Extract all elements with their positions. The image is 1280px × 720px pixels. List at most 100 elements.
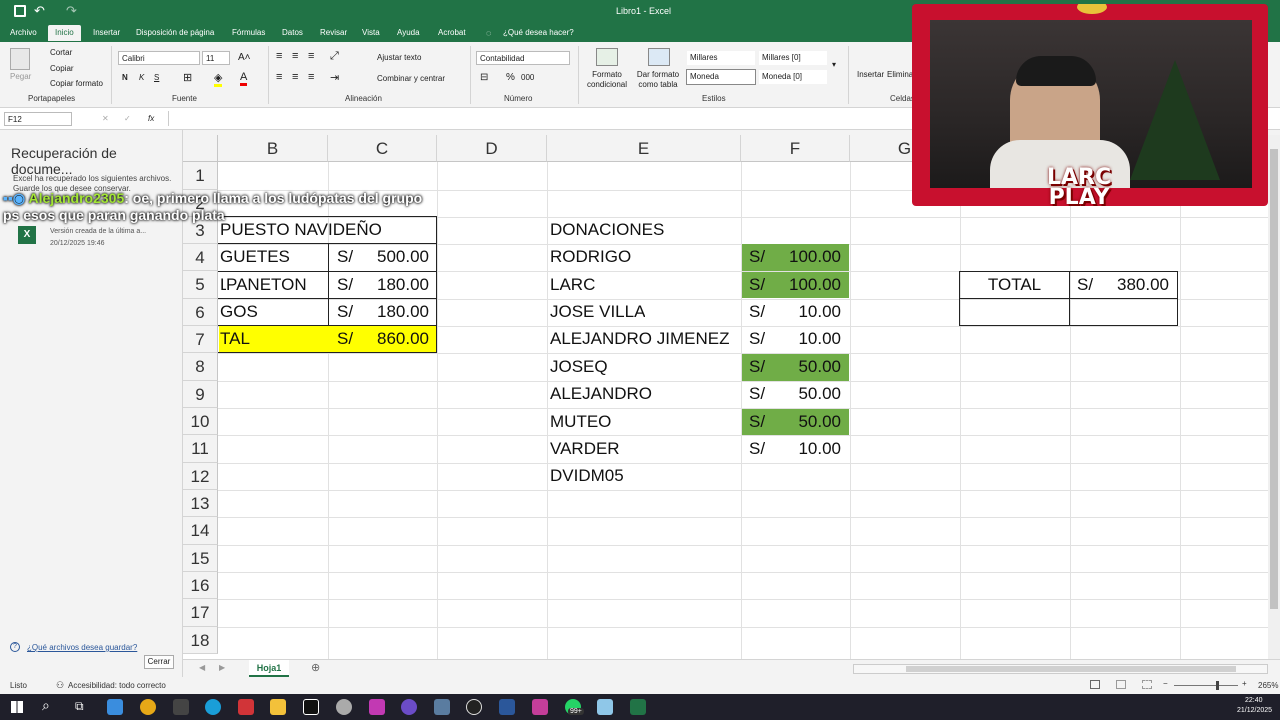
row-header[interactable]: 4 (183, 244, 218, 271)
close-recovery-button[interactable]: Cerrar (144, 655, 174, 669)
align-left-icon[interactable]: ≡ (276, 71, 282, 83)
align-top-icon[interactable]: ≡ (276, 50, 282, 62)
app-icon[interactable] (107, 699, 123, 715)
merge-center-button[interactable]: Combinar y centrar (377, 74, 445, 83)
save-icon[interactable] (14, 5, 26, 17)
edge-icon[interactable] (205, 699, 221, 715)
row-header[interactable]: 6 (183, 299, 218, 326)
column-header-e[interactable]: E (547, 135, 741, 162)
column-header-d[interactable]: D (437, 135, 547, 162)
italic-button[interactable]: K (139, 73, 144, 82)
capcut-icon[interactable] (303, 699, 319, 715)
clock-time[interactable]: 22:40 (1245, 697, 1263, 704)
cancel-icon[interactable]: ✕ (102, 114, 109, 123)
prev-sheet-icon[interactable]: ◀ (199, 663, 205, 672)
row-header[interactable]: 11 (183, 435, 218, 463)
row-header[interactable]: 8 (183, 353, 218, 381)
redo-icon[interactable]: ↷ (66, 3, 77, 19)
grow-font-icon[interactable]: A˄ (238, 52, 251, 63)
conditional-format-button[interactable]: Formato condicional (582, 70, 632, 90)
row-header[interactable]: 18 (183, 627, 218, 654)
align-center-icon[interactable]: ≡ (292, 71, 298, 83)
zoom-slider[interactable] (1174, 681, 1238, 690)
add-sheet-icon[interactable]: ⊕ (311, 661, 320, 674)
undo-icon[interactable]: ↶ (34, 3, 45, 19)
align-right-icon[interactable]: ≡ (308, 71, 314, 83)
sheet-tab-hoja1[interactable]: Hoja1 (249, 660, 289, 677)
chrome-icon[interactable] (140, 699, 156, 715)
paste-icon[interactable] (10, 48, 30, 70)
name-box[interactable]: F12 (4, 112, 72, 126)
app-icon[interactable] (369, 699, 385, 715)
underline-button[interactable]: S (154, 73, 159, 82)
font-name-select[interactable]: Calibri (118, 51, 200, 65)
calculator-icon[interactable] (434, 699, 450, 715)
tab-datos[interactable]: Datos (282, 28, 303, 37)
select-all-corner[interactable] (183, 135, 218, 162)
zoom-in-icon[interactable]: + (1242, 679, 1247, 688)
styles-more-icon[interactable]: ▾ (832, 60, 836, 69)
font-color-icon[interactable]: A (240, 71, 248, 86)
align-bottom-icon[interactable]: ≡ (308, 50, 314, 62)
style-millares[interactable]: Millares (686, 50, 756, 66)
copy-button[interactable]: Copiar (50, 64, 74, 73)
zoom-out-icon[interactable]: − (1163, 679, 1168, 688)
cut-button[interactable]: Cortar (50, 48, 72, 57)
folder-icon[interactable] (270, 699, 286, 715)
app-icon[interactable] (336, 699, 352, 715)
tab-acrobat[interactable]: Acrobat (438, 28, 466, 37)
row-header[interactable]: 1 (183, 162, 218, 190)
which-files-link[interactable]: ¿Qué archivos desea guardar? (27, 643, 137, 652)
page-layout-icon[interactable] (1116, 680, 1126, 689)
tab-vista[interactable]: Vista (362, 28, 380, 37)
row-header[interactable]: 9 (183, 381, 218, 408)
style-millares-0[interactable]: Millares [0] (758, 50, 828, 66)
row-header[interactable]: 5 (183, 271, 218, 299)
tell-me-search[interactable]: ¿Qué desea hacer? (503, 28, 574, 37)
scroll-thumb[interactable] (1270, 149, 1278, 609)
tab-ayuda[interactable]: Ayuda (397, 28, 420, 37)
tab-inicio[interactable]: Inicio (48, 25, 81, 41)
paste-button[interactable]: Pegar (10, 72, 31, 81)
search-icon[interactable]: ⌕ (42, 697, 50, 714)
zoom-level[interactable]: 265% (1258, 681, 1278, 690)
number-format-select[interactable]: Contabilidad (476, 51, 570, 65)
orientation-icon[interactable]: ⤢ (330, 50, 339, 63)
app-icon[interactable] (532, 699, 548, 715)
table-format-icon[interactable] (648, 48, 670, 66)
insert-function-icon[interactable]: fx (148, 114, 154, 123)
record-icon[interactable] (238, 699, 254, 715)
horizontal-scrollbar[interactable] (853, 664, 1268, 674)
row-header[interactable]: 7 (183, 326, 218, 353)
column-header-b[interactable]: B (218, 135, 328, 162)
tab-formulas[interactable]: Fórmulas (232, 28, 265, 37)
vertical-scrollbar[interactable] (1268, 135, 1280, 659)
windows-start-icon[interactable] (11, 701, 23, 713)
h-scroll-thumb[interactable] (906, 666, 1236, 672)
font-size-select[interactable]: 11 (202, 51, 230, 65)
tab-revisar[interactable]: Revisar (320, 28, 347, 37)
row-header[interactable]: 10 (183, 408, 218, 435)
zoom-slider-handle[interactable] (1216, 681, 1219, 690)
accessibility-status[interactable]: Accesibilidad: todo correcto (68, 681, 166, 690)
row-header[interactable]: 15 (183, 545, 218, 572)
obs-studio-icon[interactable] (466, 699, 482, 715)
insert-cells-button[interactable]: Insertar (857, 70, 884, 79)
fill-color-icon[interactable]: ◈ (214, 71, 223, 87)
bold-button[interactable]: N (122, 73, 128, 82)
clock-date[interactable]: 21/12/2025 (1237, 707, 1272, 714)
borders-icon[interactable]: ⊞ (183, 71, 192, 84)
enter-icon[interactable]: ✓ (124, 114, 131, 123)
row-header[interactable]: 12 (183, 463, 218, 490)
column-header-f[interactable]: F (741, 135, 850, 162)
align-middle-icon[interactable]: ≡ (292, 50, 298, 62)
row-header[interactable]: 17 (183, 599, 218, 627)
style-moneda[interactable]: Moneda (686, 69, 756, 85)
wrap-text-button[interactable]: Ajustar texto (377, 53, 421, 62)
row-header[interactable]: 13 (183, 490, 218, 517)
xbox-icon[interactable] (173, 699, 189, 715)
comma-button[interactable]: 000 (521, 73, 534, 82)
copy-format-button[interactable]: Copiar formato (50, 79, 103, 88)
indent-icon[interactable]: ⇥ (330, 71, 339, 84)
percent-button[interactable]: % (506, 72, 515, 83)
